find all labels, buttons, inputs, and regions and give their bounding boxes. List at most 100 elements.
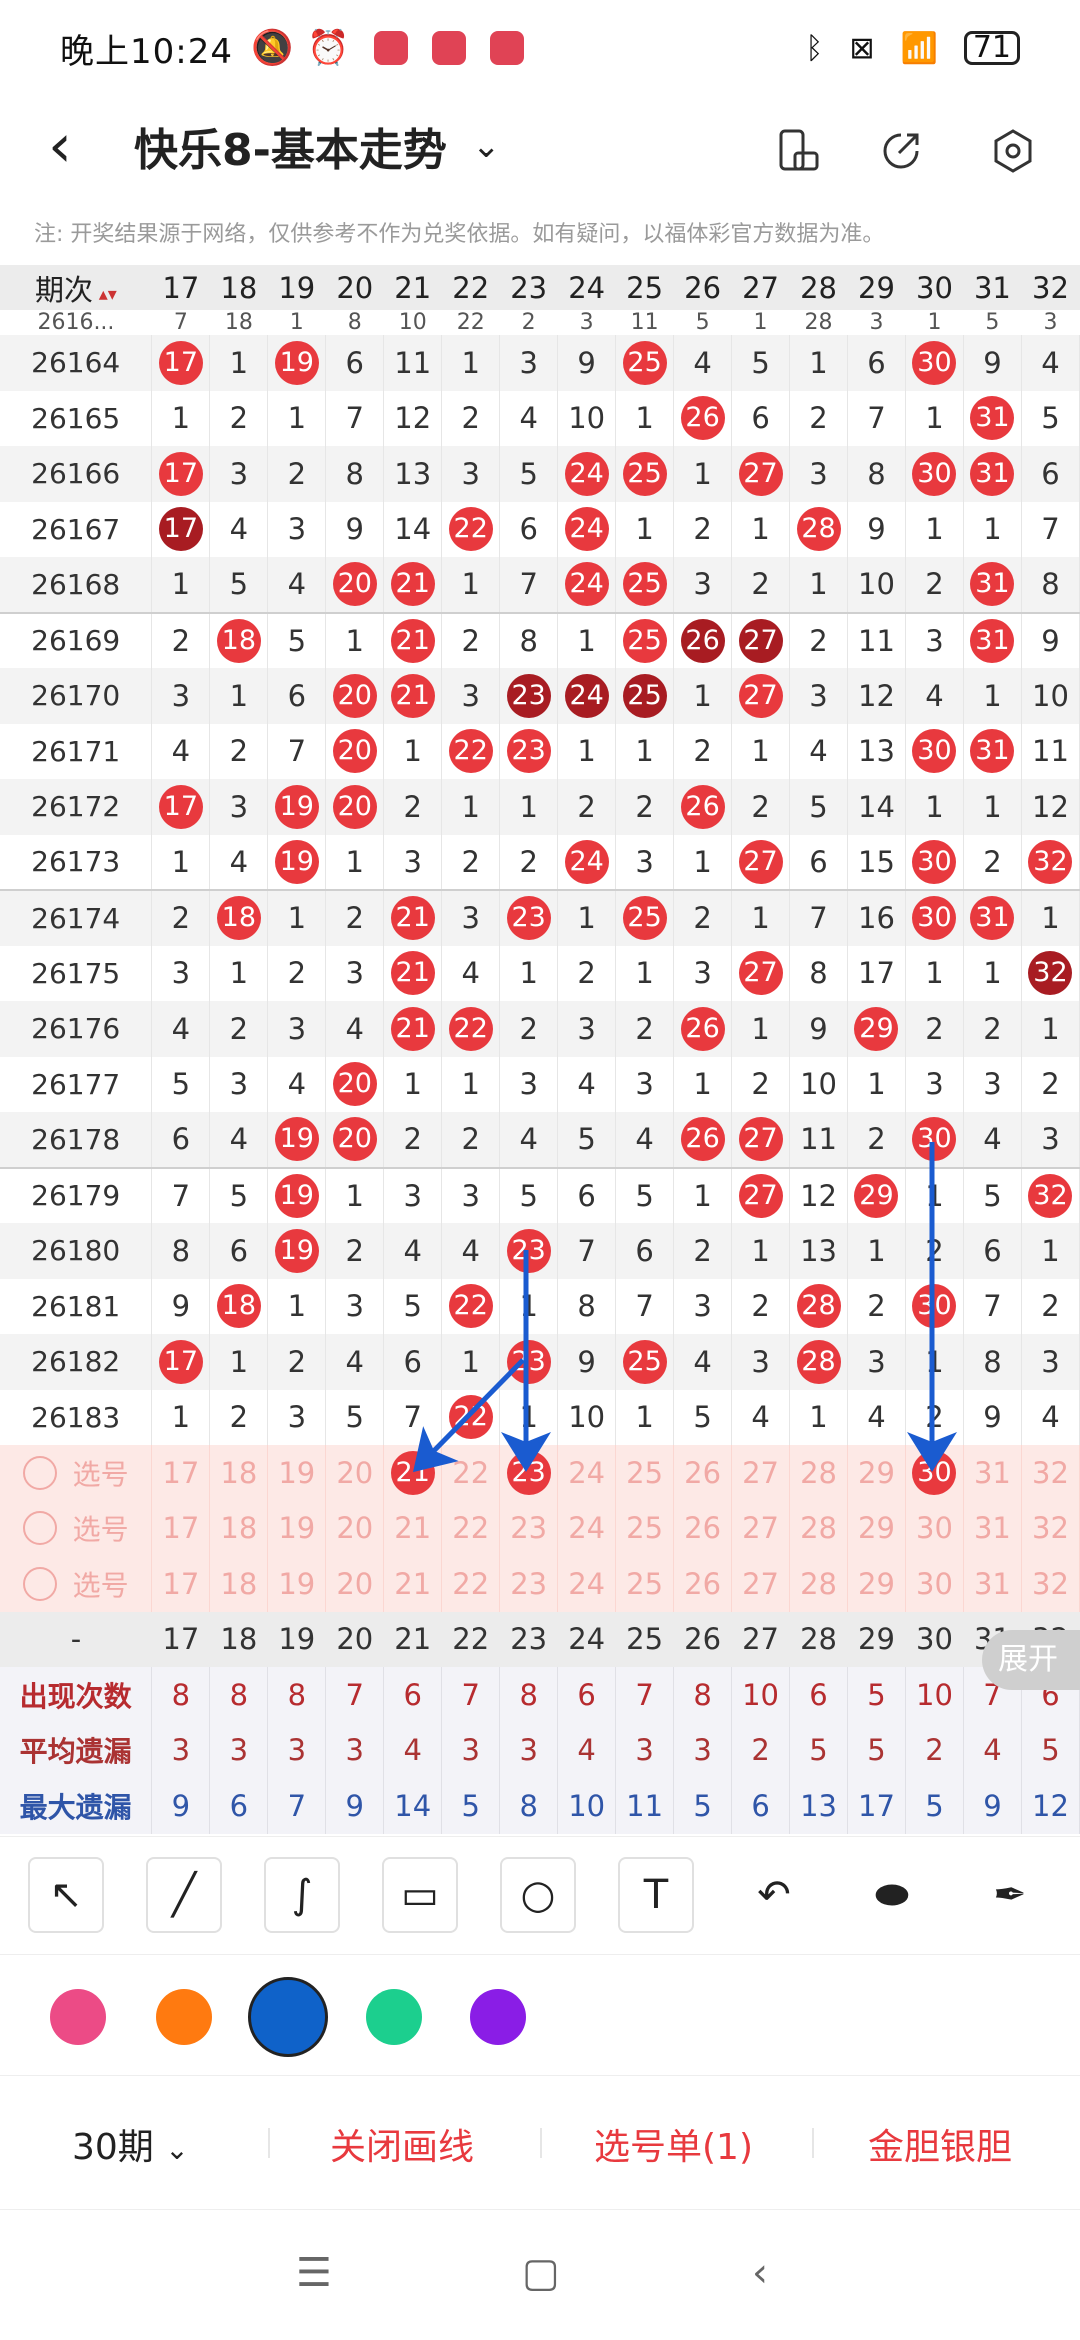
clear-brush-button[interactable]: ✒ xyxy=(972,1857,1048,1933)
selection-row-label[interactable]: 选号 xyxy=(0,1500,153,1556)
settings-icon[interactable] xyxy=(980,118,1046,184)
cell: 2 xyxy=(151,612,211,668)
cell: 3 xyxy=(1021,1112,1080,1169)
selectable-number[interactable]: 21 xyxy=(383,1500,443,1556)
selectable-number[interactable]: 17 xyxy=(151,1556,211,1612)
cell: 11 xyxy=(789,1112,848,1169)
arrow-tool-button[interactable]: ↖ xyxy=(28,1857,104,1933)
radio-circle-icon[interactable] xyxy=(22,1455,57,1490)
color-swatch-orange[interactable] xyxy=(156,1989,212,2045)
selectable-number[interactable]: 22 xyxy=(441,1445,501,1501)
selectable-number[interactable]: 26 xyxy=(673,1445,733,1501)
color-swatch-purple[interactable] xyxy=(470,1989,526,2045)
selectable-number[interactable]: 21 xyxy=(383,1556,443,1612)
cell: 3 xyxy=(383,834,443,891)
back-icon[interactable]: ‹ xyxy=(48,116,72,176)
cell: 10 xyxy=(1021,668,1080,724)
selectable-number[interactable]: 23 xyxy=(499,1500,559,1556)
selectable-number[interactable]: 17 xyxy=(151,1500,211,1556)
selectable-number[interactable]: 18 xyxy=(209,1445,269,1501)
selected-number-ball[interactable]: 30 xyxy=(912,1450,957,1495)
selectable-number[interactable]: 30 xyxy=(905,1445,964,1501)
selectable-number[interactable]: 31 xyxy=(963,1500,1022,1556)
selectable-number[interactable]: 26 xyxy=(673,1556,733,1612)
line-tool-button[interactable]: ╱ xyxy=(146,1857,222,1933)
selectable-number[interactable]: 25 xyxy=(615,1500,675,1556)
selected-number-ball[interactable]: 23 xyxy=(506,1450,551,1495)
selectable-number[interactable]: 27 xyxy=(731,1500,791,1556)
cell: 2 xyxy=(905,1223,964,1279)
page-title[interactable]: 快乐8-基本走势 xyxy=(134,114,447,178)
selectable-number[interactable]: 28 xyxy=(789,1556,848,1612)
selectable-number[interactable]: 22 xyxy=(441,1500,501,1556)
selectable-number[interactable]: 31 xyxy=(963,1556,1022,1612)
selectable-number[interactable]: 26 xyxy=(673,1500,733,1556)
selectable-number[interactable]: 17 xyxy=(151,1445,211,1501)
undo-button[interactable]: ↶ xyxy=(736,1857,812,1933)
cell: 30 xyxy=(905,834,964,891)
selectable-number[interactable]: 32 xyxy=(1021,1556,1080,1612)
share-icon[interactable] xyxy=(868,118,934,184)
selectable-number[interactable]: 28 xyxy=(789,1445,848,1501)
curve-tool-button[interactable]: ∫ xyxy=(264,1857,340,1933)
menu-icon[interactable]: ☰ xyxy=(296,2250,332,2296)
stat-value: 12 xyxy=(1021,1778,1080,1834)
selectable-number[interactable]: 20 xyxy=(325,1445,385,1501)
close-lines-button[interactable]: 关闭画线 xyxy=(330,2118,474,2170)
color-swatch-pink[interactable] xyxy=(50,1989,106,2045)
selected-number-ball[interactable]: 21 xyxy=(390,1450,435,1495)
screen-rotate-icon[interactable] xyxy=(766,118,832,184)
selectable-number[interactable]: 19 xyxy=(267,1556,327,1612)
rectangle-tool-button[interactable]: ▭ xyxy=(382,1857,458,1933)
selectable-number[interactable]: 30 xyxy=(905,1556,964,1612)
color-swatch-blue[interactable] xyxy=(248,1977,328,2057)
circle-tool-button[interactable]: ○ xyxy=(500,1857,576,1933)
period-select[interactable]: 30期 ⌄ xyxy=(72,2118,189,2170)
eraser-button[interactable]: ⬬ xyxy=(854,1857,930,1933)
period-column-header[interactable]: 期次 ▴▾ xyxy=(0,265,152,310)
radio-circle-icon[interactable] xyxy=(22,1511,57,1546)
selection-row-label[interactable]: 选号 xyxy=(0,1556,153,1612)
color-swatch-green[interactable] xyxy=(366,1989,422,2045)
drawn-number-ball: 25 xyxy=(622,562,667,607)
selectable-number[interactable]: 20 xyxy=(325,1556,385,1612)
selectable-number[interactable]: 23 xyxy=(499,1556,559,1612)
selectable-number[interactable]: 24 xyxy=(557,1445,617,1501)
golden-silver-button[interactable]: 金胆银胆 xyxy=(868,2118,1012,2170)
selectable-number[interactable]: 24 xyxy=(557,1500,617,1556)
chevron-down-icon[interactable]: ⌄ xyxy=(472,126,501,166)
cell: 27 xyxy=(731,1112,791,1169)
selectable-number[interactable]: 19 xyxy=(267,1500,327,1556)
selectable-number[interactable]: 22 xyxy=(441,1556,501,1612)
selectable-number[interactable]: 29 xyxy=(847,1445,906,1501)
selection-row-label[interactable]: 选号 xyxy=(0,1445,153,1501)
text-tool-button[interactable]: T xyxy=(618,1857,694,1933)
selectable-number[interactable]: 31 xyxy=(963,1445,1022,1501)
selectable-number[interactable]: 23 xyxy=(499,1445,559,1501)
selectable-number[interactable]: 21 xyxy=(383,1445,443,1501)
selectable-number[interactable]: 27 xyxy=(731,1556,791,1612)
selectable-number[interactable]: 30 xyxy=(905,1500,964,1556)
selectable-number[interactable]: 25 xyxy=(615,1445,675,1501)
selectable-number[interactable]: 32 xyxy=(1021,1445,1080,1501)
back-nav-icon[interactable]: ‹ xyxy=(752,2250,768,2296)
column-header: 21 xyxy=(383,1611,442,1667)
selectable-number[interactable]: 32 xyxy=(1021,1500,1080,1556)
cell: 2 xyxy=(499,834,559,891)
selectable-number[interactable]: 18 xyxy=(209,1500,269,1556)
selectable-number[interactable]: 19 xyxy=(267,1445,327,1501)
home-icon[interactable]: ▢ xyxy=(522,2250,560,2296)
selectable-number[interactable]: 20 xyxy=(325,1500,385,1556)
selectable-number[interactable]: 24 xyxy=(557,1556,617,1612)
selectable-number[interactable]: 18 xyxy=(209,1556,269,1612)
selectable-number[interactable]: 29 xyxy=(847,1556,906,1612)
radio-circle-icon[interactable] xyxy=(22,1566,57,1601)
selection-list-button[interactable]: 选号单(1) xyxy=(594,2118,753,2170)
selectable-number[interactable]: 25 xyxy=(615,1556,675,1612)
selectable-number[interactable]: 29 xyxy=(847,1500,906,1556)
selectable-number[interactable]: 28 xyxy=(789,1500,848,1556)
expand-button[interactable]: 展开 xyxy=(982,1630,1080,1690)
selectable-number[interactable]: 27 xyxy=(731,1445,791,1501)
app-notification-icon xyxy=(431,31,466,65)
cell: 4 xyxy=(731,1389,791,1445)
